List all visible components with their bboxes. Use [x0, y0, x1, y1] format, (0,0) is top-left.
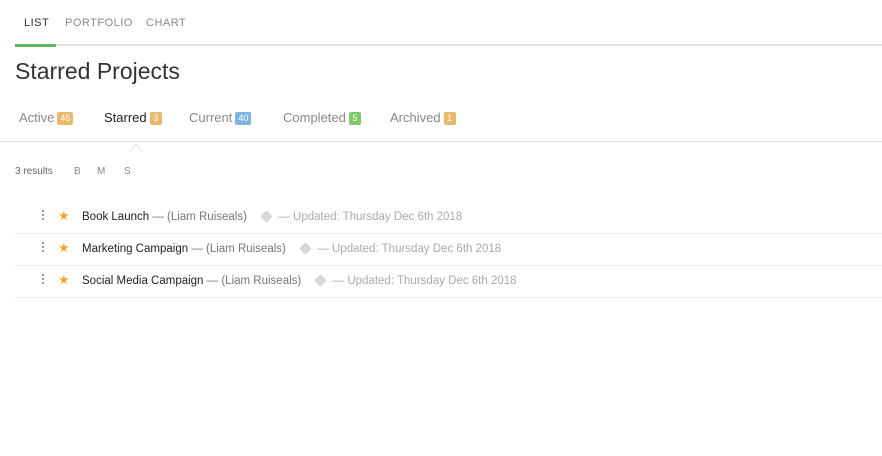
tab-portfolio-label: PORTFOLIO [65, 17, 133, 29]
active-tab-underline [15, 44, 56, 47]
project-name[interactable]: Book Launch [82, 211, 149, 223]
tag-icon[interactable] [260, 210, 273, 223]
size-button-b[interactable]: B [74, 166, 81, 177]
tab-list-label: LIST [24, 17, 50, 29]
updated-date: — Updated: Thursday Dec 6th 2018 [332, 275, 517, 287]
project-row: ★ Book Launch — (Liam Ruiseals) — Update… [15, 202, 882, 234]
filter-tab-label: Archived [390, 110, 441, 125]
project-owner: — (Liam Ruiseals) [152, 211, 247, 223]
filter-tab-completed[interactable]: Completed 5 [283, 110, 361, 125]
project-owner: — (Liam Ruiseals) [191, 243, 286, 255]
project-name[interactable]: Social Media Campaign [82, 275, 203, 287]
count-badge: 45 [57, 112, 74, 125]
filter-tabs: Active 45 Starred 3 Current 40 Completed 5 A… [0, 100, 882, 159]
count-badge: 5 [348, 112, 361, 125]
updated-date: — Updated: Thursday Dec 6th 2018 [278, 211, 463, 223]
tag-icon[interactable] [314, 274, 328, 287]
filter-tab-label: Starred [104, 110, 147, 125]
filter-tab-current[interactable]: Current 40 [189, 110, 252, 125]
project-list: ★ Book Launch — (Liam Ruiseals) — Update… [15, 202, 882, 298]
kebab-menu-icon[interactable] [41, 274, 45, 288]
size-button-s[interactable]: S [124, 166, 131, 177]
size-button-m[interactable]: M [97, 166, 105, 177]
project-name[interactable]: Marketing Campaign [82, 243, 188, 255]
project-owner: — (Liam Ruiseals) [206, 275, 302, 287]
star-icon[interactable]: ★ [58, 208, 70, 224]
tab-chart-label: CHART [146, 17, 187, 29]
filter-tab-active[interactable]: Active 45 [19, 110, 74, 125]
count-badge: 3 [149, 112, 162, 125]
view-tabs-divider [15, 44, 882, 46]
filter-tab-label: Active [19, 110, 55, 125]
filter-tab-starred[interactable]: Starred 3 [104, 110, 162, 159]
project-row: ★ Marketing Campaign — (Liam Ruiseals) —… [15, 234, 882, 266]
filter-tab-label: Completed [283, 110, 346, 125]
active-filter-caret [128, 143, 144, 159]
tag-icon[interactable] [299, 242, 312, 255]
kebab-menu-icon[interactable] [41, 242, 45, 256]
updated-date: — Updated: Thursday Dec 6th 2018 [317, 243, 502, 255]
tab-chart[interactable]: CHART [146, 17, 186, 29]
filter-tab-label: Current [189, 110, 233, 125]
count-badge: 1 [443, 112, 456, 125]
project-row: ★ Social Media Campaign — (Liam Ruiseals… [15, 266, 882, 298]
star-icon[interactable]: ★ [58, 240, 70, 256]
kebab-menu-icon[interactable] [41, 210, 45, 224]
page-title: Starred Projects [15, 58, 180, 84]
tab-portfolio[interactable]: PORTFOLIO [65, 17, 133, 29]
view-tabs: LIST PORTFOLIO CHART [15, 0, 882, 47]
count-badge: 40 [235, 112, 252, 125]
results-count: 3 results [15, 166, 53, 177]
star-icon[interactable]: ★ [58, 272, 70, 288]
filter-tab-archived[interactable]: Archived 1 [390, 110, 456, 125]
tab-list[interactable]: LIST [15, 17, 56, 47]
